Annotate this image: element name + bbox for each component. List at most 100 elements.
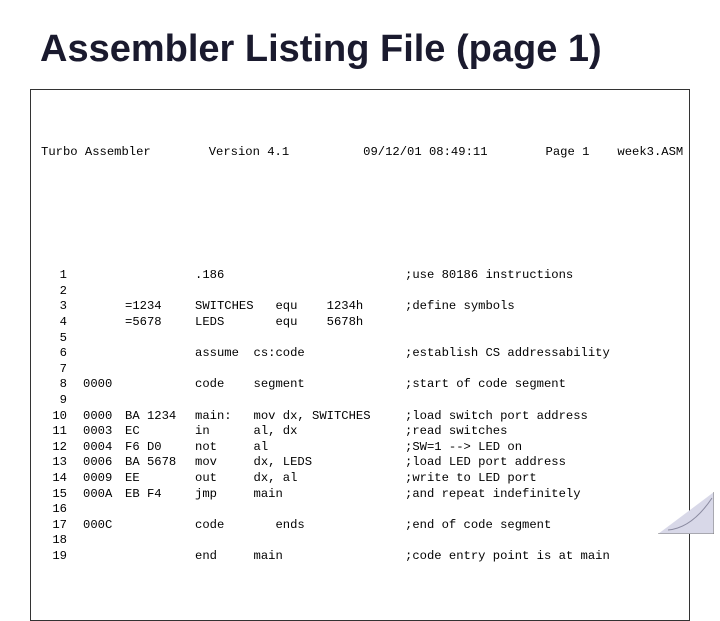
address: 0004 [71,440,125,456]
spacer [41,207,679,221]
address [71,315,125,331]
address: 0003 [71,424,125,440]
listing-header: Turbo Assembler Version 4.1 09/12/01 08:… [41,145,679,161]
listing-filename: week3.ASM [617,145,683,161]
object-code: =5678 [125,315,195,331]
comment: ;establish CS addressability [405,346,679,362]
source [195,331,405,347]
address [71,346,125,362]
object-code: BA 1234 [125,409,195,425]
object-code [125,362,195,378]
object-code [125,533,195,549]
comment [405,315,679,331]
listing-row: 7 [41,362,679,378]
address: 0009 [71,471,125,487]
source: assume cs:code [195,346,405,362]
comment: ;define symbols [405,299,679,315]
listing-row: 6 assume cs:code;establish CS addressabil… [41,346,679,362]
listing-row: 110003ECin al, dx;read switches [41,424,679,440]
address: 0000 [71,377,125,393]
line-number: 14 [41,471,71,487]
listing-row: 2 [41,284,679,300]
comment [405,502,679,518]
listing-row: 19end main;code entry point is at main [41,549,679,565]
address [71,549,125,565]
listing-row: 15000AEB F4jmp main;and repeat indefinit… [41,487,679,503]
comment: ;code entry point is at main [405,549,679,565]
line-number: 17 [41,518,71,534]
comment: ;read switches [405,424,679,440]
object-code: EC [125,424,195,440]
line-number: 1 [41,268,71,284]
source [195,502,405,518]
line-number: 9 [41,393,71,409]
address [71,299,125,315]
address: 000C [71,518,125,534]
line-number: 8 [41,377,71,393]
listing-row: 3 =1234SWITCHES equ 1234h;define symbols [41,299,679,315]
source: LEDS equ 5678h [195,315,405,331]
comment: ;SW=1 --> LED on [405,440,679,456]
source: not al [195,440,405,456]
line-number: 18 [41,533,71,549]
object-code [125,518,195,534]
listing-row: 4=5678LEDS equ 5678h [41,315,679,331]
address [71,393,125,409]
line-number: 16 [41,502,71,518]
object-code: EB F4 [125,487,195,503]
line-number: 3 [41,299,71,315]
listing-row: 80000code segment;start of code segment [41,377,679,393]
address [71,268,125,284]
slide: Assembler Listing File (page 1) Turbo As… [0,0,720,540]
object-code [125,331,195,347]
listing-row: 16 [41,502,679,518]
object-code: =1234 [125,299,195,315]
address [71,533,125,549]
object-code [125,268,195,284]
source: main: mov dx, SWITCHES [195,409,405,425]
comment: ;end of code segment [405,518,679,534]
source: code segment [195,377,405,393]
line-number: 7 [41,362,71,378]
listing-row: 17000C code ends;end of code segment [41,518,679,534]
comment: ;write to LED port [405,471,679,487]
source: jmp main [195,487,405,503]
comment [405,393,679,409]
address [71,284,125,300]
line-number: 10 [41,409,71,425]
line-number: 15 [41,487,71,503]
address [71,331,125,347]
comment [405,331,679,347]
source [195,284,405,300]
line-number: 12 [41,440,71,456]
listing-row: 120004F6 D0not al;SW=1 --> LED on [41,440,679,456]
address: 000A [71,487,125,503]
object-code [125,502,195,518]
comment: ;load LED port address [405,455,679,471]
comment: ;and repeat indefinitely [405,487,679,503]
listing-datetime: 09/12/01 08:49:11 [363,145,487,161]
source: SWITCHES equ 1234h [195,299,405,315]
object-code [125,549,195,565]
line-number: 19 [41,549,71,565]
listing-row: 18 [41,533,679,549]
source: in al, dx [195,424,405,440]
source: out dx, al [195,471,405,487]
listing-row: 130006BA 5678mov dx, LEDS;load LED port … [41,455,679,471]
comment [405,284,679,300]
object-code [125,377,195,393]
line-number: 5 [41,331,71,347]
object-code [125,346,195,362]
object-code: BA 5678 [125,455,195,471]
object-code [125,393,195,409]
comment: ;load switch port address [405,409,679,425]
line-number: 6 [41,346,71,362]
comment: ;use 80186 instructions [405,268,679,284]
object-code: F6 D0 [125,440,195,456]
source: code ends [195,518,405,534]
address: 0000 [71,409,125,425]
address: 0006 [71,455,125,471]
source [195,362,405,378]
listing-rows: 1.186;use 80186 instructions23 =1234SWITC… [41,268,679,565]
listing-row: 1.186;use 80186 instructions [41,268,679,284]
